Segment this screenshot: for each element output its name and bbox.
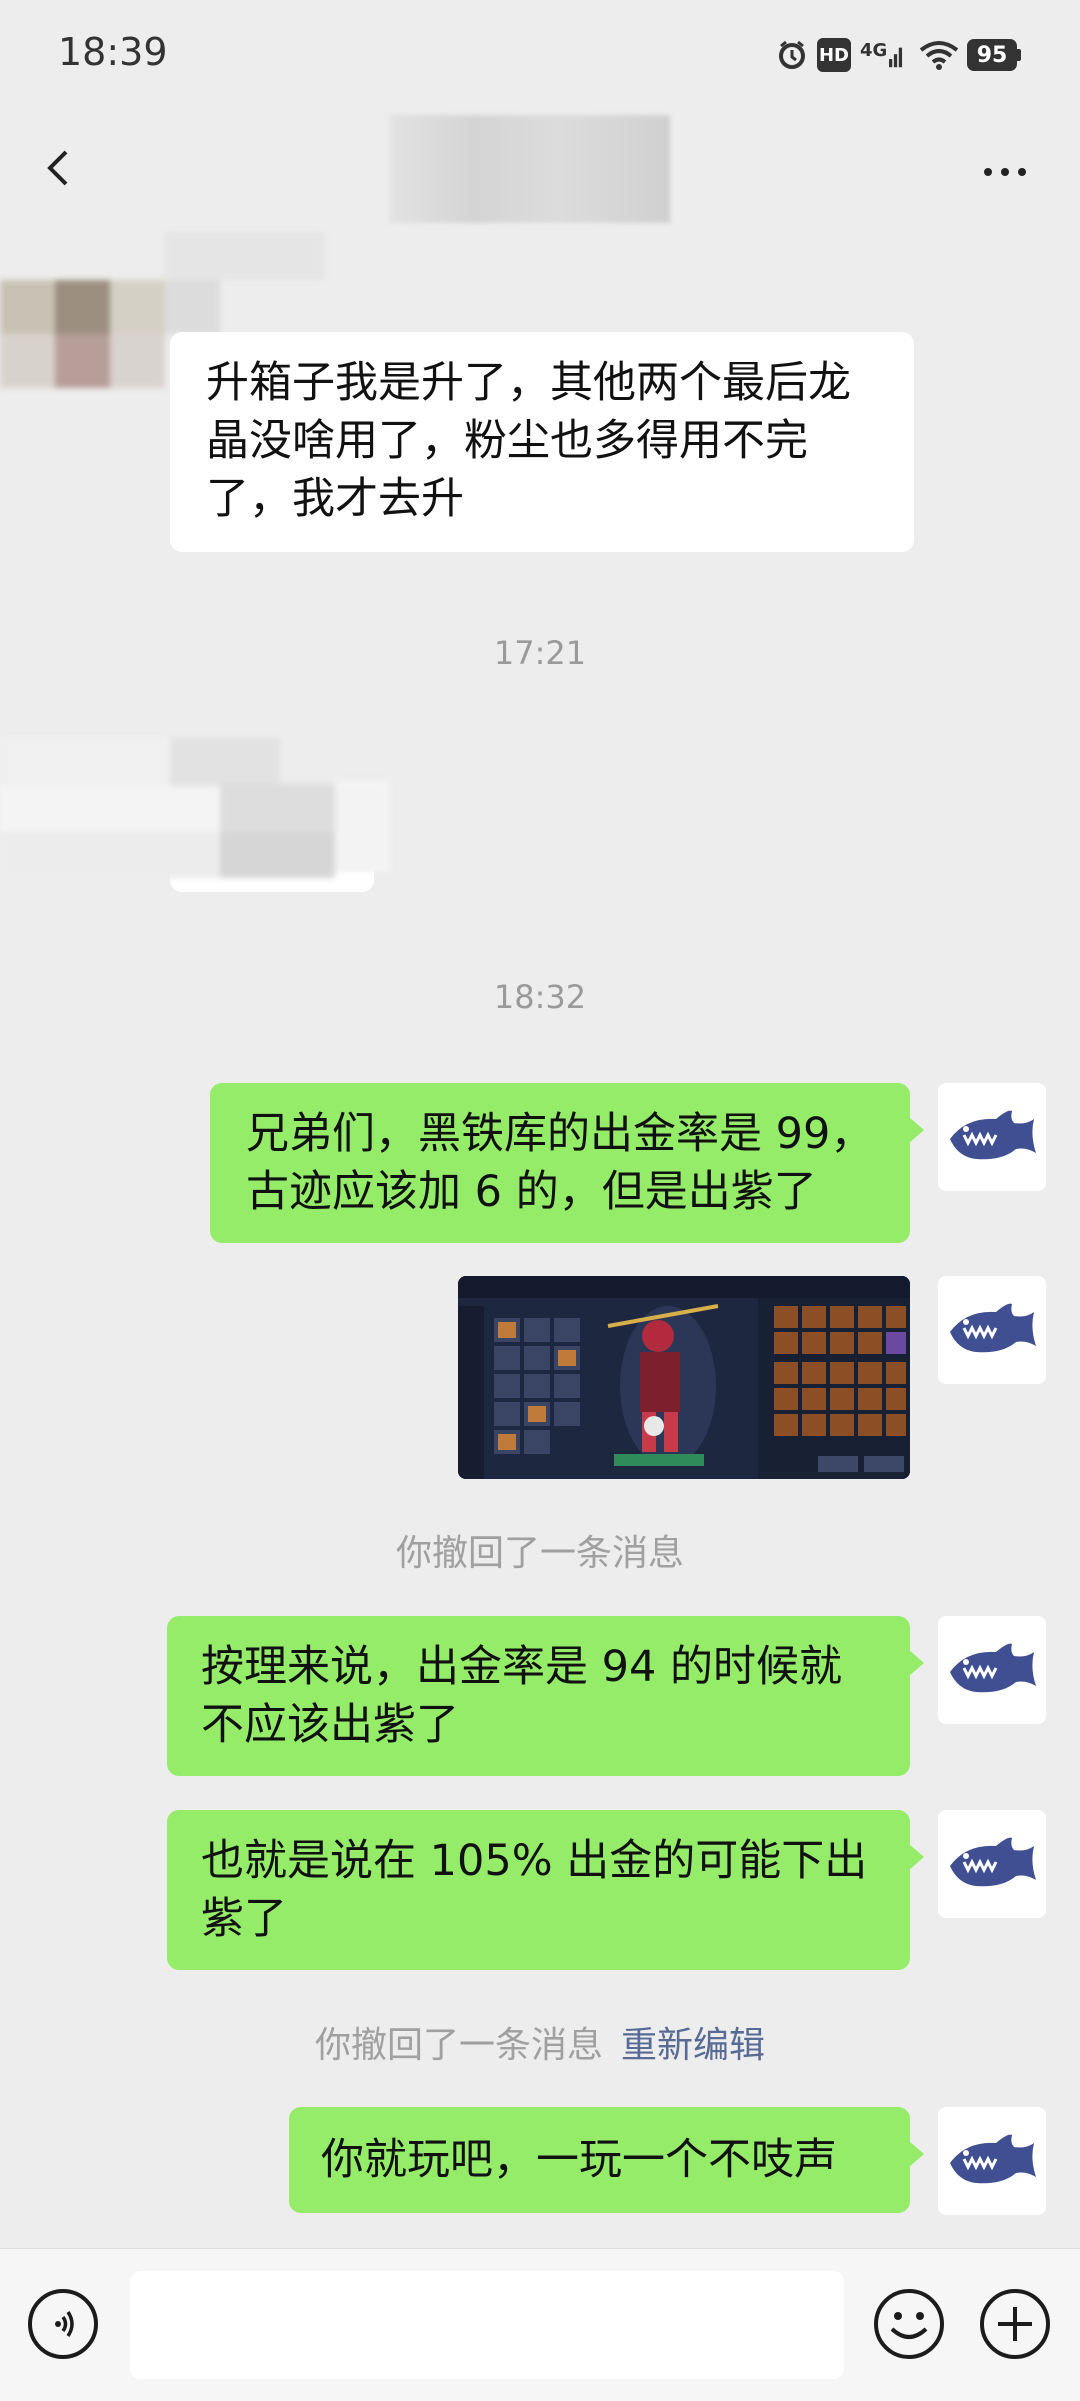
more-button[interactable]: [975, 150, 1035, 194]
image-message[interactable]: [458, 1276, 910, 1479]
reedit-link[interactable]: 重新编辑: [621, 2025, 765, 2066]
emoji-button[interactable]: [872, 2287, 946, 2361]
my-avatar[interactable]: [938, 1276, 1046, 1384]
chevron-left-icon: [47, 150, 68, 186]
shark-avatar-icon: [950, 1643, 1036, 1693]
message-bubble-outgoing[interactable]: 按理来说，出金率是 94 的时候就 不应该出紫了: [167, 1616, 924, 1776]
timestamp: 18:32: [493, 978, 587, 1016]
shark-avatar-icon: [950, 1837, 1036, 1887]
alarm-icon: [775, 38, 809, 72]
message-text: 晶没啥用了，粉尘也多得用不完: [206, 416, 808, 466]
more-dots-icon: [984, 168, 992, 176]
voice-button[interactable]: [28, 2289, 98, 2359]
timestamp: 17:21: [493, 634, 587, 672]
status-time: 18:39: [58, 30, 168, 74]
message-text: 你就玩吧，一玩一个不吱声: [321, 2135, 837, 2185]
message-text: 升箱子我是升了，其他两个最后龙: [206, 358, 851, 408]
recall-notice: 你撤回了一条消息: [395, 1533, 684, 1574]
my-avatar[interactable]: [938, 1810, 1046, 1918]
shark-avatar-icon: [950, 1303, 1036, 1353]
more-actions-button[interactable]: [978, 2287, 1052, 2361]
bottom-input-bar: [0, 2248, 1080, 2401]
game-screenshot-thumbnail: [458, 1276, 910, 1479]
network-label: 4G: [860, 39, 888, 61]
emoji-icon: [874, 2289, 944, 2359]
message-text: 不应该出紫了: [201, 1700, 459, 1750]
recall-notice-text: 你撤回了一条消息: [314, 2025, 603, 2066]
chat-title-redacted: [390, 115, 670, 223]
battery-level: 95: [967, 39, 1017, 71]
4g-signal-icon: 4G: [860, 38, 904, 72]
my-avatar[interactable]: [938, 1616, 1046, 1724]
message-bubble-outgoing[interactable]: 兄弟们，黑铁库的出金率是 99， 古迹应该加 6 的，但是出紫了: [210, 1083, 924, 1243]
message-bubble-outgoing[interactable]: 也就是说在 105% 出金的可能下出 紫了: [167, 1810, 924, 1970]
shark-avatar-icon: [950, 2134, 1036, 2184]
message-text: 紫了: [201, 1894, 287, 1944]
message-text: 按理来说，出金率是 94 的时候就: [201, 1642, 843, 1692]
wifi-icon: [916, 38, 962, 72]
back-button[interactable]: [30, 135, 84, 201]
redacted-content: [0, 738, 390, 878]
message-text: 也就是说在 105% 出金的可能下出: [201, 1836, 868, 1886]
hd-icon: HD: [817, 38, 851, 72]
message-input[interactable]: [130, 2271, 844, 2379]
recall-notice-with-reedit: 你撤回了一条消息 重新编辑: [0, 2016, 1080, 2068]
voice-icon: [55, 2311, 74, 2337]
battery-icon: 95: [966, 38, 1022, 72]
my-avatar[interactable]: [938, 2107, 1046, 2215]
message-text: 了，我才去升: [206, 474, 464, 524]
message-bubble-outgoing[interactable]: 你就玩吧，一玩一个不吱声: [289, 2107, 924, 2213]
plus-icon: [980, 2289, 1050, 2359]
message-text: 古迹应该加 6 的，但是出紫了: [246, 1167, 817, 1217]
my-avatar[interactable]: [938, 1083, 1046, 1191]
shark-avatar-icon: [950, 1110, 1036, 1160]
message-bubble-incoming[interactable]: 升箱子我是升了，其他两个最后龙 晶没啥用了，粉尘也多得用不完 了，我才去升: [170, 332, 914, 552]
message-text: 兄弟们，黑铁库的出金率是 99，: [246, 1109, 874, 1159]
